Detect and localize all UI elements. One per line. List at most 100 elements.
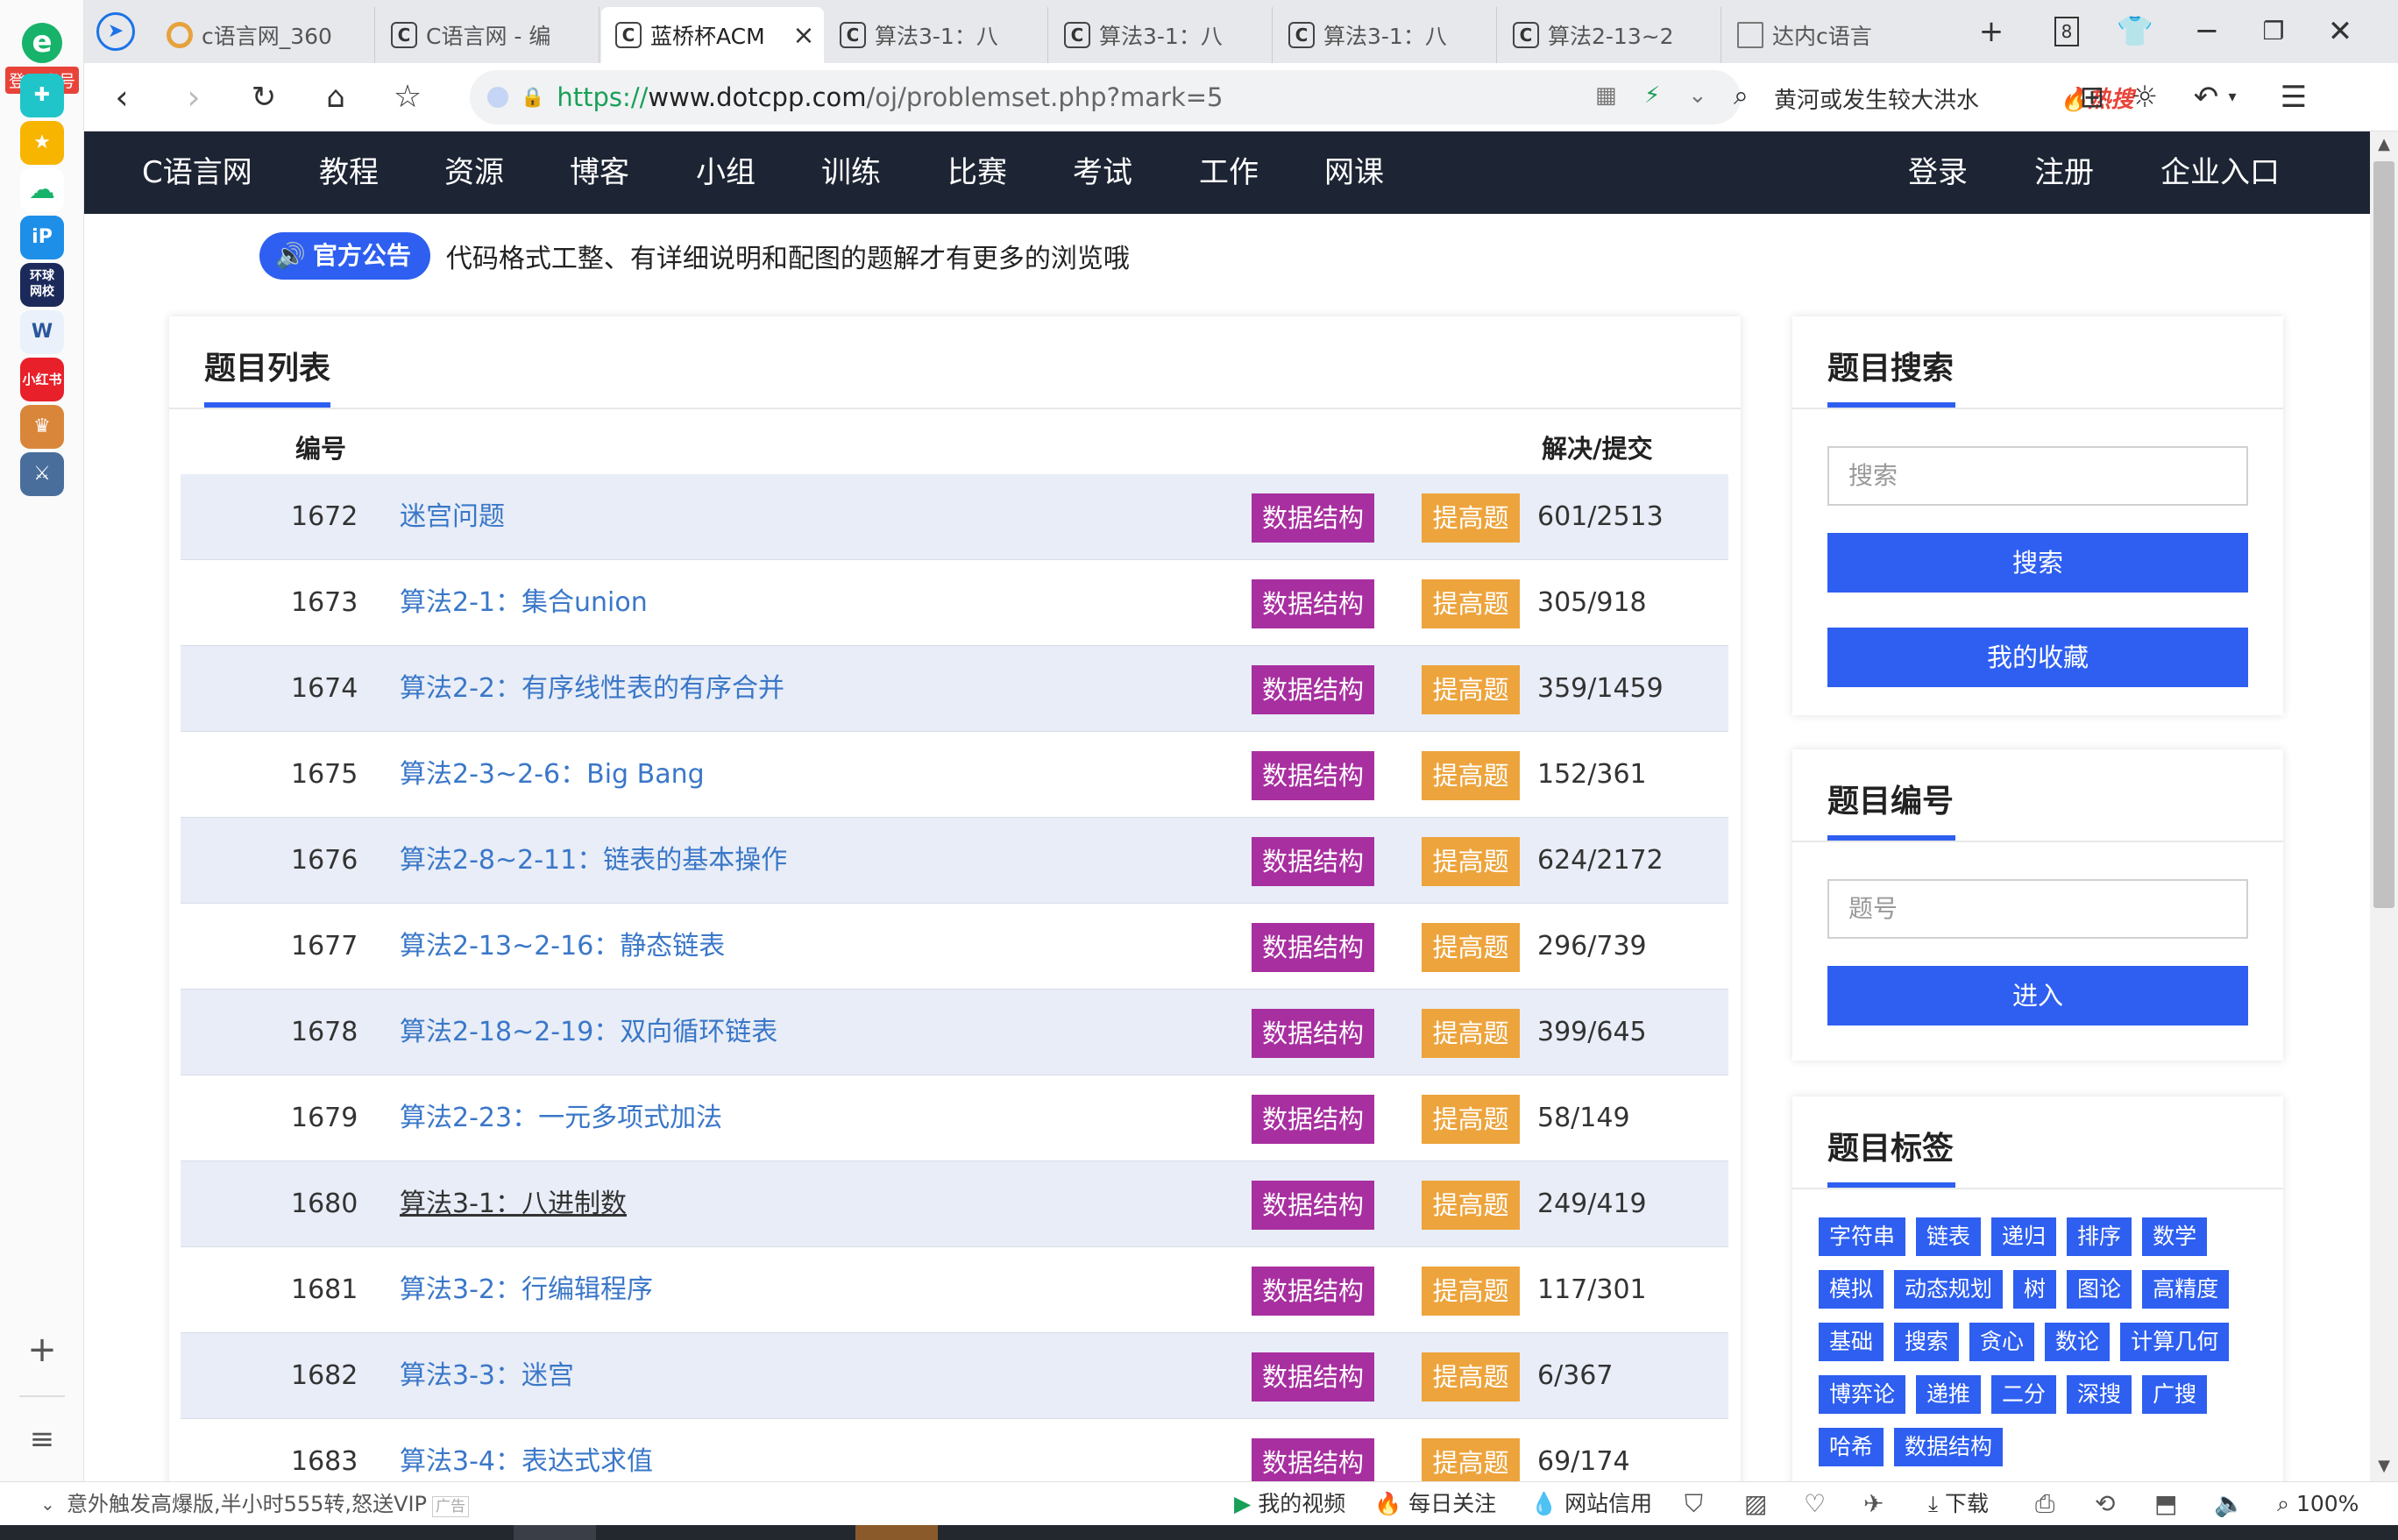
problem-tag[interactable]: 数论 [2045,1323,2111,1361]
brightness-icon[interactable]: ☼ [2123,75,2167,119]
nav-resources[interactable]: 资源 [444,131,504,214]
problem-tag[interactable]: 树 [2013,1270,2057,1309]
my-videos-button[interactable]: ▶ 我的视频 [1234,1482,1345,1526]
problem-title-link[interactable]: 迷宫问题 [400,474,505,560]
sidebar-menu-icon[interactable]: ≡ [23,1420,61,1458]
problem-tag[interactable]: 动态规划 [1894,1270,2004,1309]
url-field[interactable]: 🔒 https://www.dotcpp.com/oj/problemset.p… [470,70,1741,124]
tab-c-lang-360[interactable]: c语言网_360 [153,7,375,63]
tag-data-structure[interactable]: 数据结构 [1252,1438,1374,1487]
zoom-level[interactable]: ⌕ 100% [2277,1482,2359,1526]
nav-blog[interactable]: 博客 [570,131,629,214]
search-query-text[interactable]: 黄河或发生较大洪水 [1774,82,1979,115]
tab-lanqiao-acm-active[interactable]: C 蓝桥杯ACM × [601,7,824,63]
nav-exam[interactable]: 考试 [1073,131,1132,214]
bookmark-star-icon[interactable]: ☆ [386,75,429,119]
tag-advanced[interactable]: 提高题 [1422,923,1520,972]
tab-danei-c[interactable]: 达内c语言 [1723,7,1946,63]
apps-grid-icon[interactable]: ⊞ [2070,75,2114,119]
problem-title-link[interactable]: 算法3-1：八进制数 [400,1161,627,1247]
volume-icon[interactable]: 🔈 [2214,1482,2245,1526]
tag-data-structure[interactable]: 数据结构 [1252,1009,1374,1058]
nav-login[interactable]: 登录 [1908,131,1968,214]
translate-icon[interactable]: ⟲ [2095,1482,2115,1526]
problem-title-link[interactable]: 算法2-2：有序线性表的有序合并 [400,646,784,732]
problem-tag[interactable]: 数据结构 [1894,1428,2004,1466]
tag-advanced[interactable]: 提高题 [1422,1181,1520,1230]
problem-tag[interactable]: 广搜 [2142,1375,2208,1414]
tag-advanced[interactable]: 提高题 [1422,665,1520,714]
sidebar-app-game1-icon[interactable]: ♛ [20,405,64,449]
sidebar-app-health-icon[interactable]: ✚ [20,74,64,117]
problem-title-link[interactable]: 算法2-13~2-16：静态链表 [400,904,725,990]
tab-algo-3-1-b[interactable]: C 算法3-1：八 [1050,7,1273,63]
tag-advanced[interactable]: 提高题 [1422,579,1520,628]
problem-search-input[interactable]: 搜索 [1827,446,2248,506]
undo-dropdown-icon[interactable]: ▾ [2210,75,2254,119]
tag-data-structure[interactable]: 数据结构 [1252,1181,1374,1230]
download-button[interactable]: ⤓ 下载 [1928,1482,1989,1526]
my-favorites-button[interactable]: 我的收藏 [1827,628,2248,687]
tag-advanced[interactable]: 提高题 [1422,1267,1520,1316]
nav-contest[interactable]: 比赛 [947,131,1007,214]
tag-data-structure[interactable]: 数据结构 [1252,579,1374,628]
nav-courses[interactable]: 网课 [1324,131,1384,214]
problem-tag[interactable]: 排序 [2067,1217,2132,1256]
tag-data-structure[interactable]: 数据结构 [1252,923,1374,972]
tag-data-structure[interactable]: 数据结构 [1252,751,1374,800]
url-text[interactable]: https://www.dotcpp.com/oj/problemset.php… [557,82,1223,112]
problem-id-input[interactable]: 题号 [1827,879,2248,939]
sidebar-app-game2-icon[interactable]: ⚔ [20,452,64,496]
print-icon[interactable]: ⎙ [2035,1482,2054,1526]
status-ad-message[interactable]: 意外触发高爆版,半小时555转,怒送VIP 广告 [67,1482,470,1526]
problem-tag[interactable]: 递归 [1991,1217,2057,1256]
announcement-badge[interactable]: 🔊 官方公告 [259,232,430,280]
problem-title-link[interactable]: 算法2-23：一元多项式加法 [400,1075,722,1161]
problem-title-link[interactable]: 算法2-1：集合union [400,560,648,646]
skin-shirt-icon[interactable]: 👕 [2112,9,2158,54]
screenshot-icon[interactable]: ⬒ [2154,1482,2177,1526]
problem-tag[interactable]: 数学 [2142,1217,2208,1256]
tag-advanced[interactable]: 提高题 [1422,1009,1520,1058]
nav-jobs[interactable]: 工作 [1199,131,1259,214]
tag-data-structure[interactable]: 数据结构 [1252,1267,1374,1316]
scroll-up-icon[interactable]: ▲ [2370,131,2398,158]
search-button[interactable]: 搜索 [1827,533,2248,593]
sidebar-app-shop-icon[interactable]: 小红书 [20,358,64,401]
new-tab-button[interactable]: + [1969,9,2014,54]
tag-advanced[interactable]: 提高题 [1422,1438,1520,1487]
tag-data-structure[interactable]: 数据结构 [1252,837,1374,886]
problem-title-link[interactable]: 算法2-18~2-19：双向循环链表 [400,990,777,1075]
tag-data-structure[interactable]: 数据结构 [1252,1352,1374,1402]
tag-data-structure[interactable]: 数据结构 [1252,665,1374,714]
taskbar-item[interactable] [855,1525,938,1540]
scroll-down-icon[interactable]: ▼ [2370,1453,2398,1480]
problem-tag[interactable]: 模拟 [1819,1270,1884,1309]
sidebar-app-favorites-icon[interactable]: ★ [20,121,64,165]
problem-title-link[interactable]: 算法2-3~2-6：Big Bang [400,732,705,818]
tag-advanced[interactable]: 提高题 [1422,493,1520,543]
sidebar-app-cloud-icon[interactable]: ☁ [20,168,64,212]
problem-tag[interactable]: 贪心 [1969,1323,2035,1361]
announcement-text[interactable]: 代码格式工整、有详细说明和配图的题解才有更多的浏览哦 [446,237,1130,275]
nav-training[interactable]: 训练 [821,131,881,214]
problem-tag[interactable]: 哈希 [1819,1428,1884,1466]
navigation-arrow-icon[interactable]: ➤ [96,12,135,51]
tag-advanced[interactable]: 提高题 [1422,837,1520,886]
tab-algo-3-1-c[interactable]: C 算法3-1：八 [1274,7,1497,63]
close-window-icon[interactable]: ✕ [2317,9,2363,54]
enter-button[interactable]: 进入 [1827,966,2248,1025]
heart-icon[interactable]: ♡ [1804,1482,1826,1526]
problem-tag[interactable]: 基础 [1819,1323,1884,1361]
tag-data-structure[interactable]: 数据结构 [1252,493,1374,543]
main-menu-icon[interactable]: ☰ [2272,75,2316,119]
problem-tag[interactable]: 计算几何 [2120,1323,2230,1361]
tab-algo-2-13[interactable]: C 算法2-13~2 [1499,7,1721,63]
sidebar-app-word-icon[interactable]: W [20,310,64,354]
problem-title-link[interactable]: 算法3-4：表达式求值 [400,1419,653,1491]
sidebar-add-icon[interactable]: + [23,1331,61,1369]
restore-window-icon[interactable]: ❐ [2251,9,2296,54]
tag-advanced[interactable]: 提高题 [1422,751,1520,800]
problem-tag[interactable]: 链表 [1916,1217,1982,1256]
tab-count-button[interactable]: 8 [2044,9,2089,54]
